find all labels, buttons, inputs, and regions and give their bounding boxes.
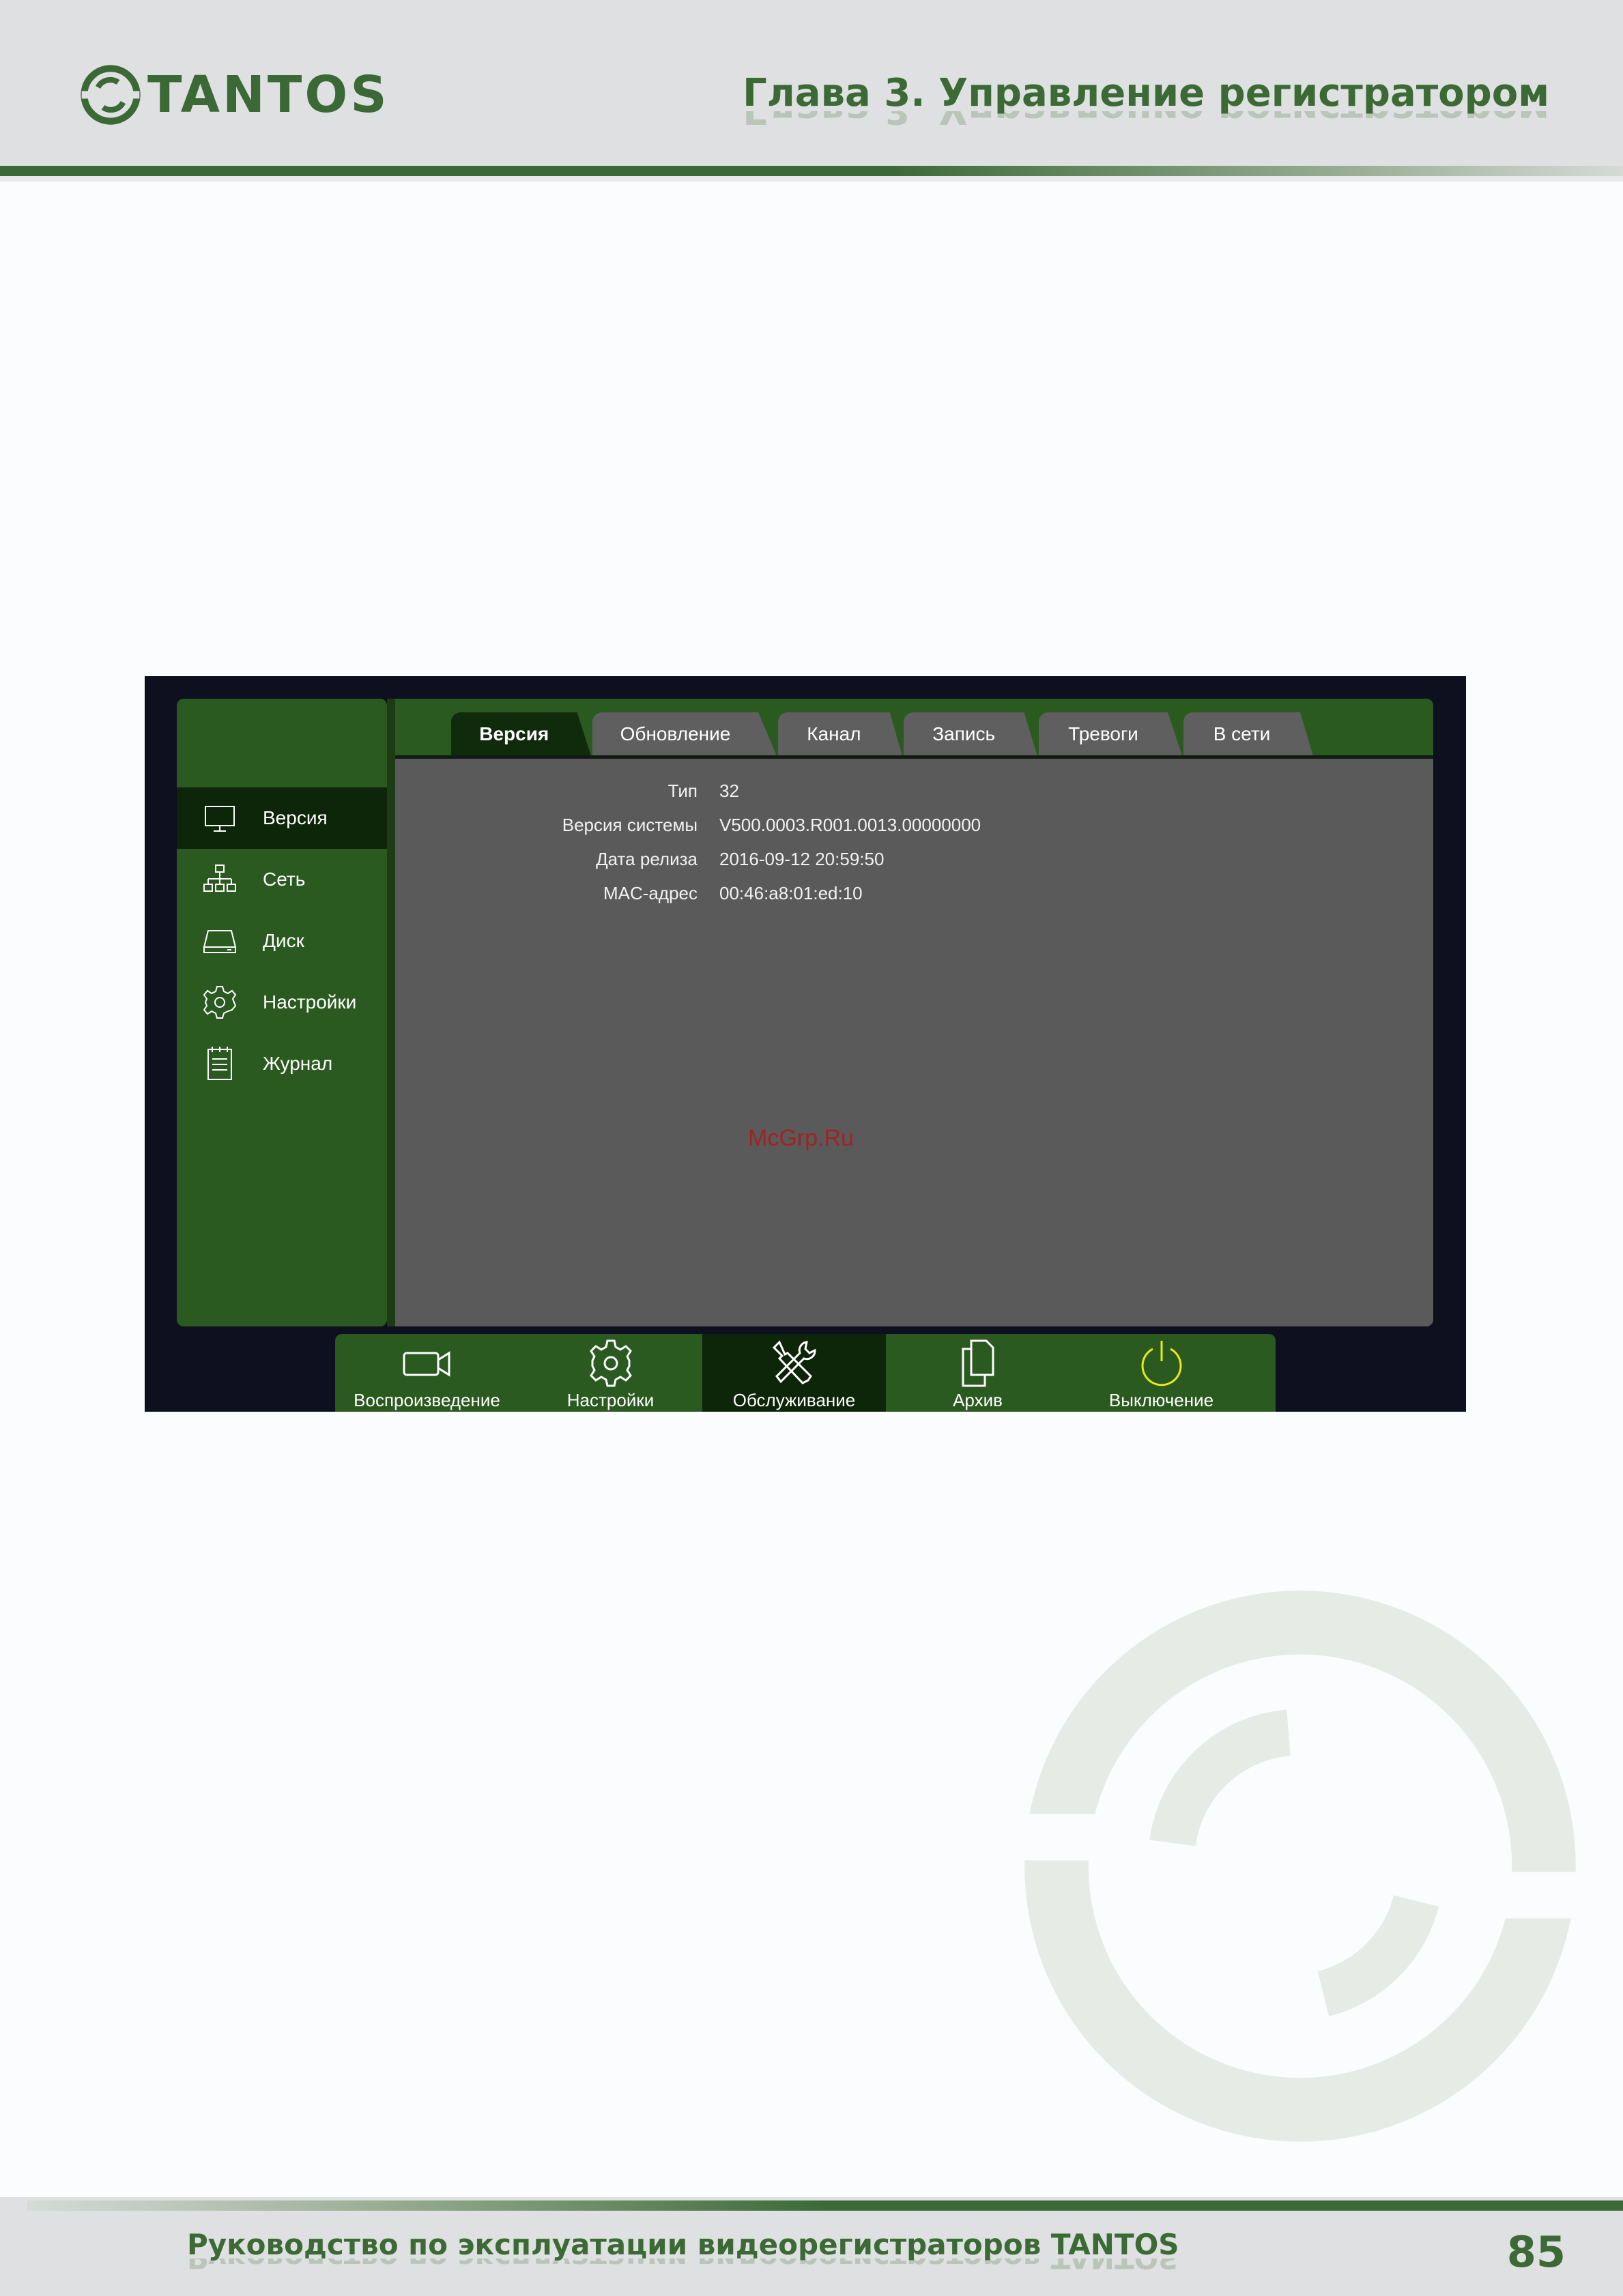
tab-record[interactable]: Запись: [904, 712, 1037, 756]
tantos-watermark-icon: [1022, 1590, 1579, 2142]
logo-text: TANTOS: [147, 66, 390, 124]
chapter-title-text: Глава 3. Управление регистратором: [743, 71, 1549, 115]
log-icon: [200, 1044, 240, 1084]
watermark-stamp: McGrp.Ru: [748, 1125, 854, 1151]
sidebar-item-label: Сеть: [263, 869, 306, 890]
chapter-title: Глава 3. Управление регистратором Глава …: [743, 71, 1549, 132]
info-value: 2016-09-12 20:59:50: [719, 849, 885, 869]
page-footer: Руководство по эксплуатации видеорегистр…: [0, 2197, 1623, 2296]
info-value: 32: [719, 781, 739, 801]
network-icon: [200, 860, 240, 899]
sidebar-item-network[interactable]: Сеть: [177, 849, 387, 910]
tab-update[interactable]: Обновление: [592, 712, 777, 756]
header-rule: [0, 166, 1623, 176]
sidebar-item-disk[interactable]: Диск: [177, 910, 387, 972]
sidebar-item-label: Диск: [263, 930, 304, 951]
tools-icon: [702, 1338, 886, 1389]
footer-title-reflection: Руководство по эксплуатации видеорегистр…: [187, 2258, 1179, 2275]
disk-icon: [200, 921, 240, 961]
tantos-logo: TANTOS: [79, 63, 390, 127]
sidebar-item-version[interactable]: Версия: [177, 787, 387, 849]
menu-playback-button[interactable]: Воспроизведение: [335, 1334, 519, 1412]
chapter-title-reflection: Глава 3. Управление регистратором: [743, 111, 1549, 132]
info-row-mac-address: MAC-адрес 00:46:a8:01:ed:10: [395, 883, 1433, 910]
info-label: Версия системы: [562, 815, 698, 835]
sidebar-item-settings[interactable]: Настройки: [177, 972, 387, 1033]
tantos-logo-icon: [81, 65, 141, 125]
gear-icon: [519, 1338, 702, 1389]
menu-label: Обслуживание: [732, 1390, 856, 1410]
header-rule-light: [0, 176, 1623, 181]
menu-label: Архив: [953, 1390, 1003, 1410]
menu-shutdown-button[interactable]: Выключение: [1069, 1334, 1253, 1412]
bottom-menu: Воспроизведение Настройки Обслуживание А…: [335, 1334, 1276, 1412]
page-number: 85: [1506, 2227, 1566, 2277]
menu-archive-button[interactable]: Архив: [886, 1334, 1069, 1412]
sidebar-item-label: Журнал: [263, 1053, 333, 1074]
footer-title: Руководство по эксплуатации видеорегистр…: [187, 2228, 1179, 2275]
tab-version[interactable]: Версия: [451, 712, 591, 756]
info-label: MAC-адрес: [603, 883, 698, 903]
info-value: V500.0003.R001.0013.00000000: [719, 815, 981, 835]
dvr-screenshot: Версия Сеть Диск Настройки Журнал Версия…: [145, 676, 1466, 1412]
tab-online[interactable]: В сети: [1183, 712, 1313, 756]
power-icon: [1069, 1338, 1253, 1389]
sidebar-item-label: Настройки: [263, 991, 357, 1013]
menu-label: Воспроизведение: [354, 1390, 500, 1410]
menu-settings-button[interactable]: Настройки: [519, 1334, 702, 1412]
sidebar: Версия Сеть Диск Настройки Журнал: [177, 699, 387, 1326]
info-row-release-date: Дата релиза 2016-09-12 20:59:50: [395, 849, 1433, 876]
menu-label: Настройки: [566, 1390, 655, 1410]
footer-title-text: Руководство по эксплуатации видеорегистр…: [187, 2228, 1179, 2261]
sidebar-item-log[interactable]: Журнал: [177, 1033, 387, 1094]
info-label: Тип: [667, 781, 698, 801]
tab-bar: Версия Обновление Канал Запись Тревоги В…: [395, 699, 1433, 759]
info-value: 00:46:a8:01:ed:10: [719, 883, 863, 903]
monitor-icon: [200, 798, 240, 838]
info-label: Дата релиза: [596, 849, 698, 869]
footer-rule: [27, 2200, 1623, 2211]
info-row-system-version: Версия системы V500.0003.R001.0013.00000…: [395, 815, 1433, 842]
menu-label: Выключение: [1108, 1390, 1214, 1410]
version-info-panel: Тип 32 Версия системы V500.0003.R001.001…: [395, 759, 1433, 1326]
copy-icon: [886, 1338, 1069, 1389]
camera-icon: [335, 1338, 519, 1389]
info-row-type: Тип 32: [395, 781, 1433, 808]
menu-maintenance-button[interactable]: Обслуживание: [702, 1334, 886, 1412]
sidebar-item-label: Версия: [263, 807, 328, 828]
tab-alarms[interactable]: Тревоги: [1039, 712, 1182, 756]
sidebar-divider: [387, 699, 395, 1326]
page-header: TANTOS Глава 3. Управление регистратором…: [0, 0, 1623, 181]
tab-channel[interactable]: Канал: [778, 712, 902, 756]
gear-icon: [200, 983, 240, 1022]
